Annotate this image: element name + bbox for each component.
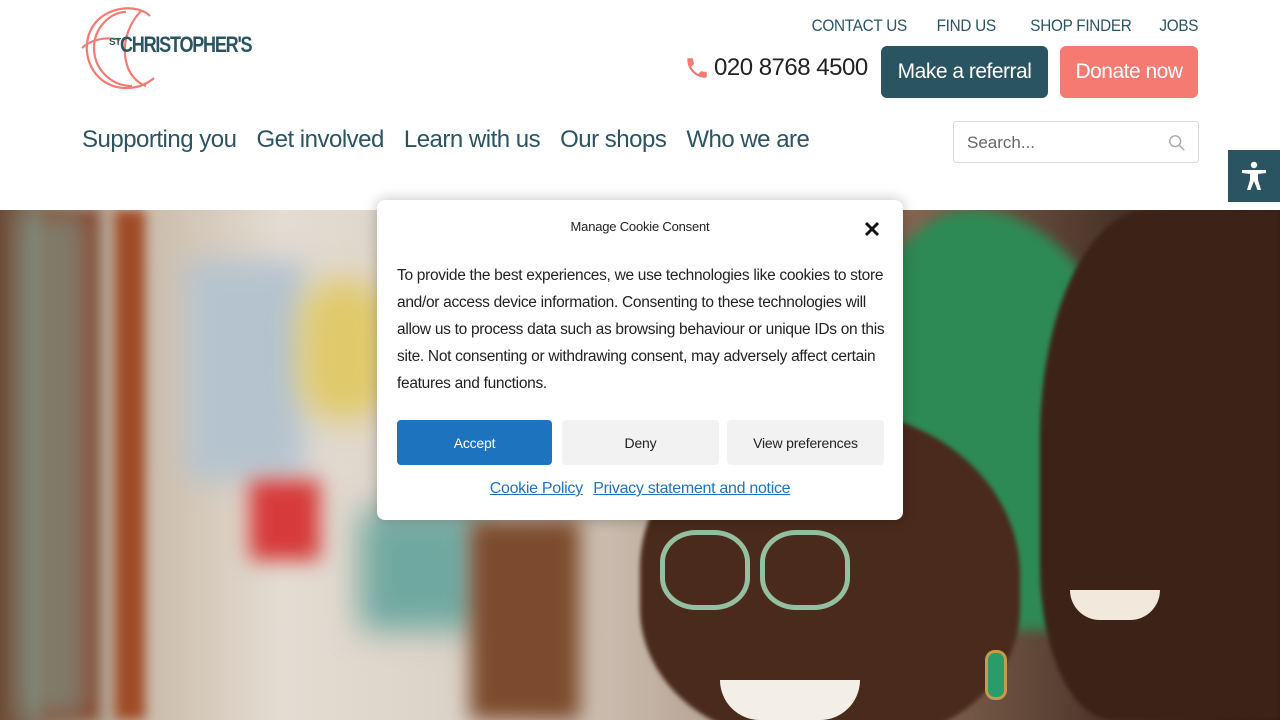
cookie-dialog-message: To provide the best experiences, we use … — [397, 267, 885, 392]
donate-now-button[interactable]: Donate now — [1060, 46, 1198, 98]
cookie-policy-link[interactable]: Cookie Policy — [490, 480, 583, 497]
cookie-consent-dialog: Manage Cookie Consent To provide the bes… — [377, 200, 903, 520]
accept-cookies-button[interactable]: Accept — [397, 420, 552, 465]
nav-find-us[interactable]: FIND US — [937, 16, 997, 36]
phone-number: 020 8768 4500 — [714, 54, 868, 81]
cookie-dialog-links: Cookie Policy Privacy statement and noti… — [377, 480, 903, 498]
nav-get-involved[interactable]: Get involved — [256, 126, 384, 154]
logo-st-text: ST — [109, 37, 121, 48]
search-icon[interactable] — [1168, 134, 1186, 152]
nav-supporting-you[interactable]: Supporting you — [82, 126, 237, 154]
phone-icon — [687, 58, 707, 78]
view-preferences-button[interactable]: View preferences — [727, 420, 884, 465]
privacy-statement-link[interactable]: Privacy statement and notice — [593, 480, 790, 497]
main-nav: Supporting you Get involved Learn with u… — [82, 126, 810, 154]
close-icon[interactable] — [863, 220, 881, 238]
nav-shop-finder[interactable]: SHOP FINDER — [1030, 16, 1132, 36]
site-header: ST CHRISTOPHER'S CONTACT US FIND US SHOP… — [0, 0, 1280, 210]
accessibility-icon — [1242, 161, 1266, 190]
search-box — [953, 121, 1199, 163]
search-input[interactable] — [967, 132, 1167, 154]
nav-jobs[interactable]: JOBS — [1159, 16, 1198, 36]
nav-learn-with-us[interactable]: Learn with us — [404, 126, 541, 154]
nav-who-we-are[interactable]: Who we are — [686, 126, 810, 154]
logo-name-text: CHRISTOPHER'S — [120, 32, 253, 57]
make-referral-button[interactable]: Make a referral — [881, 46, 1048, 98]
cookie-dialog-title: Manage Cookie Consent — [570, 219, 710, 234]
phone-link[interactable]: 020 8768 4500 — [684, 54, 868, 82]
accessibility-toolbar-button[interactable] — [1228, 150, 1280, 202]
site-logo[interactable]: ST CHRISTOPHER'S — [80, 6, 255, 92]
nav-our-shops[interactable]: Our shops — [560, 126, 667, 154]
utility-nav: CONTACT US FIND US SHOP FINDER JOBS — [801, 16, 1198, 36]
nav-contact-us[interactable]: CONTACT US — [812, 16, 908, 36]
deny-cookies-button[interactable]: Deny — [562, 420, 719, 465]
